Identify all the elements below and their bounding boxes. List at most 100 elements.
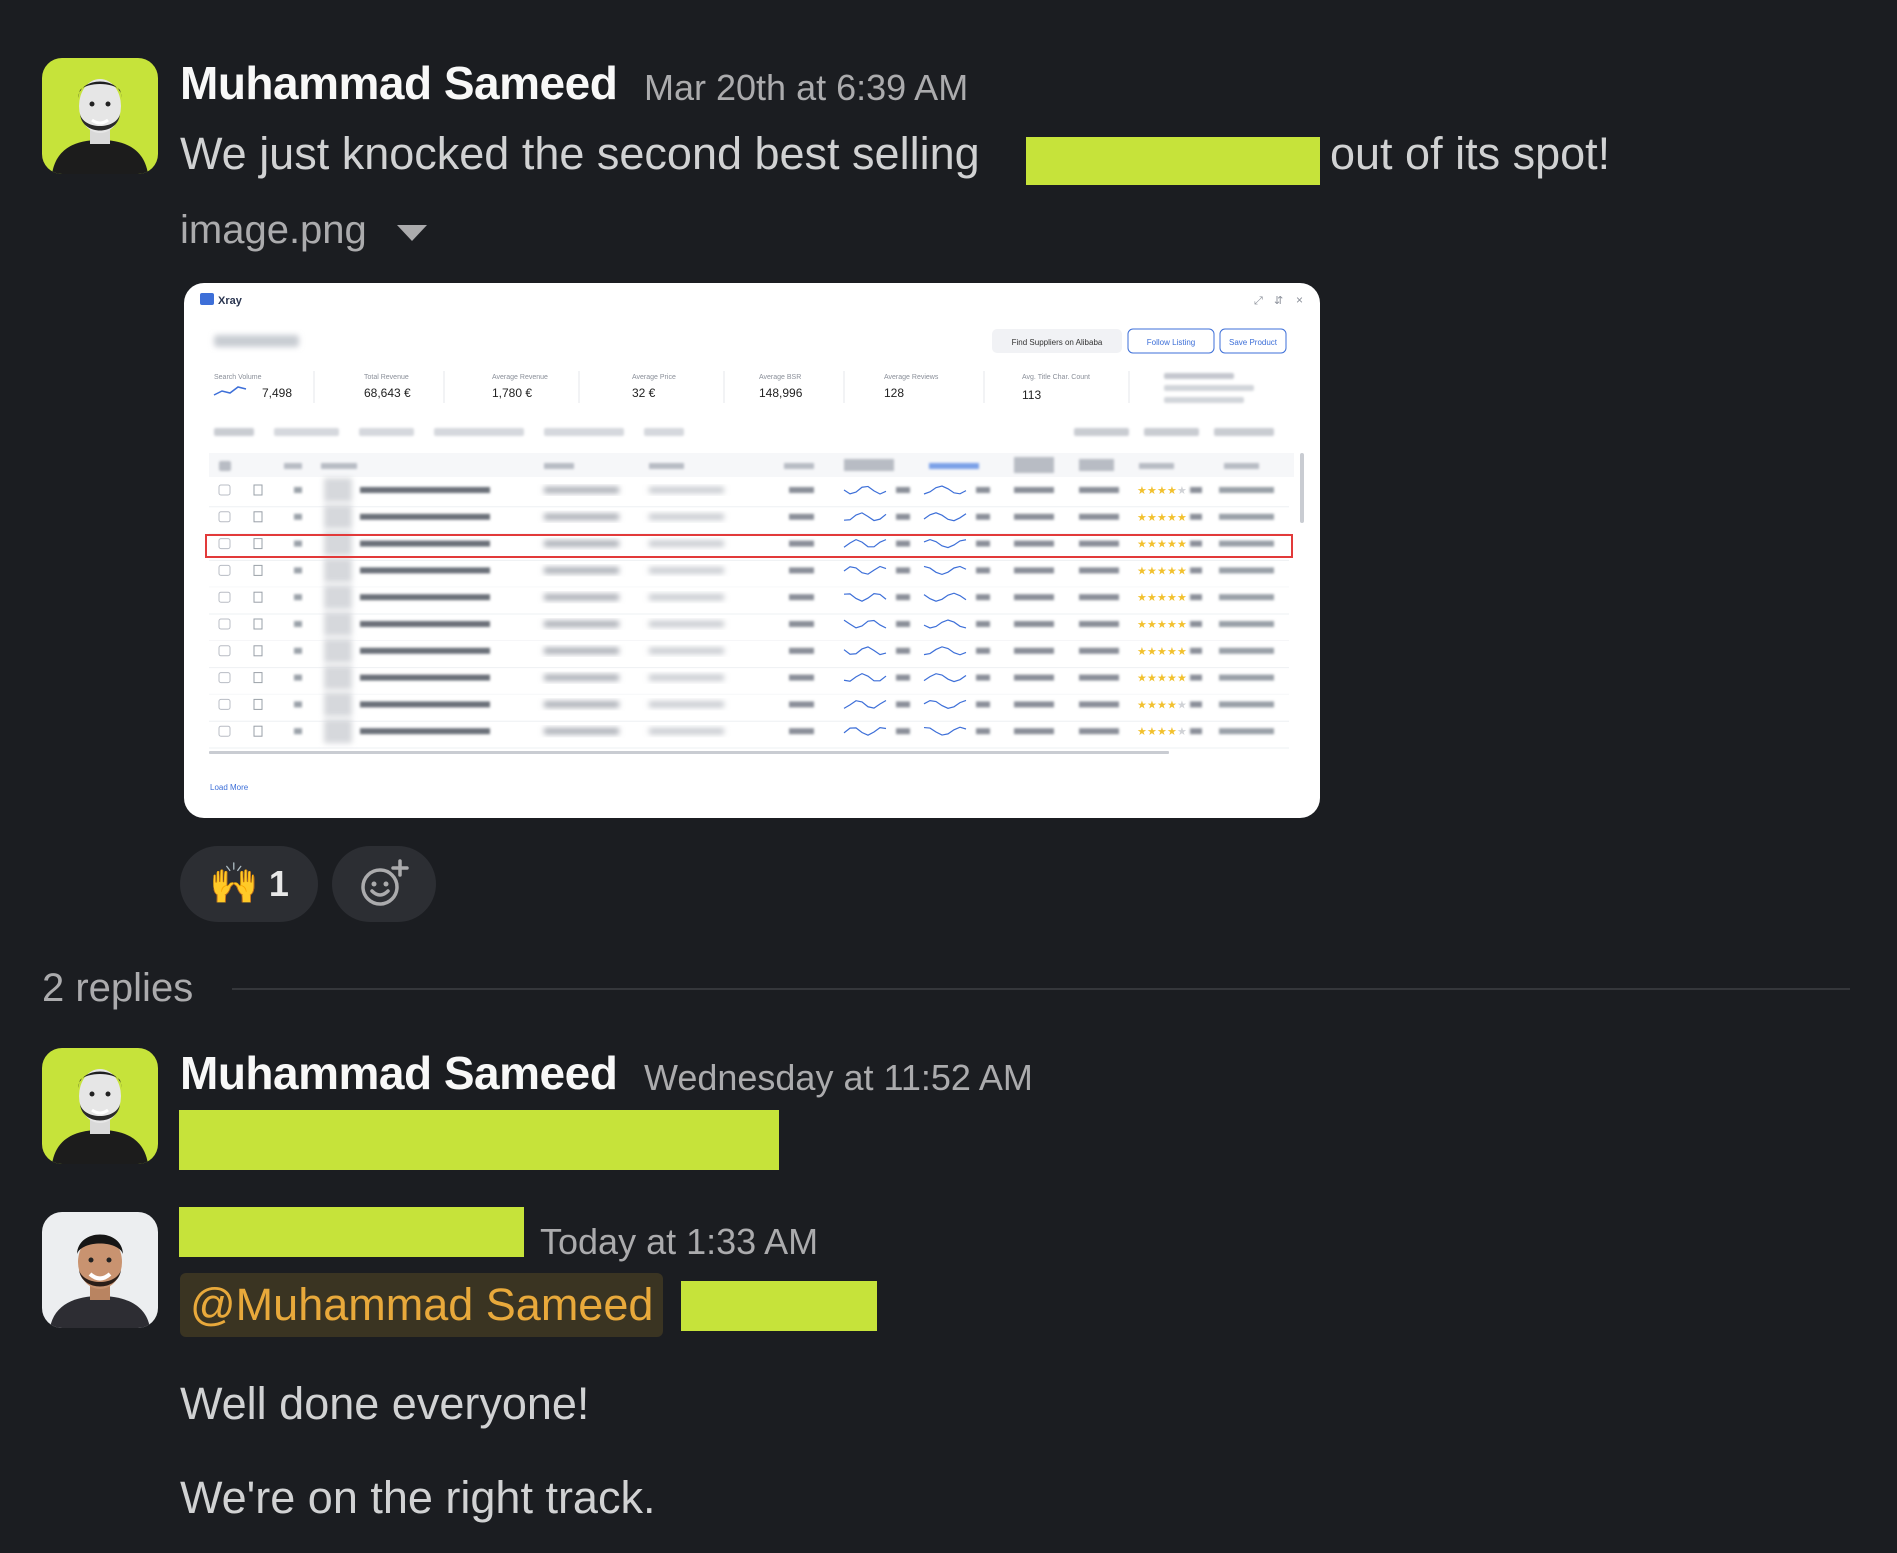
row-sparkline: [843, 727, 887, 736]
rating-star-icon: ★: [1167, 726, 1177, 738]
rating-star-icon: ★: [1177, 512, 1187, 524]
rating-star-icon: ★: [1137, 485, 1147, 497]
rating-star-icon: ★: [1147, 726, 1157, 738]
svg-text:113: 113: [1022, 388, 1041, 402]
rating-star-icon: ★: [1167, 592, 1177, 604]
rating-star-icon: ★: [1177, 539, 1187, 551]
rating-star-icon: ★: [1157, 592, 1167, 604]
redacted-author-name: [179, 1207, 524, 1257]
row-sparkline: [843, 672, 887, 682]
svg-text:Average Price: Average Price: [632, 374, 676, 381]
rating-star-icon: ★: [1167, 485, 1177, 497]
preview-stats-row: Search Volume 7,498 Total Revenue 68,643…: [213, 371, 1254, 403]
svg-text:32 €: 32 €: [632, 386, 656, 400]
rating-star-icon: ★: [1147, 485, 1157, 497]
rating-star-icon: ★: [1157, 646, 1167, 658]
redacted-message: [179, 1110, 779, 1170]
add-reaction-icon: [361, 859, 409, 906]
rating-star-icon: ★: [1167, 673, 1177, 685]
author-name[interactable]: Muhammad Sameed: [180, 56, 618, 110]
rating-star-icon: ★: [1157, 619, 1167, 631]
preview-table-rows: ★ ★ ★ ★ ★★ ★ ★ ★ ★★ ★ ★ ★ ★★ ★ ★ ★ ★★ ★ ★ ★ ★★ ★ ★ ★ ★★ ★ ★ ★ ★★ ★ ★ ★ ★…: [209, 478, 1294, 749]
rating-star-icon: ★: [1157, 512, 1167, 524]
preview-app-header: Xray ⤢ ⇵ ×: [200, 293, 1303, 307]
row-sparkline: [923, 619, 967, 629]
avatar-illustration: [42, 1212, 158, 1328]
avatar-illustration: [42, 1048, 158, 1164]
rating-star-icon: ★: [1177, 485, 1187, 497]
svg-text:Search Volume: Search Volume: [214, 374, 262, 381]
svg-text:68,643 €: 68,643 €: [364, 386, 411, 400]
row-checkbox: [218, 672, 231, 684]
svg-text:Average BSR: Average BSR: [759, 374, 801, 381]
avatar-reply-author[interactable]: [42, 1212, 158, 1328]
row-sparkline: [843, 619, 887, 629]
row-sparkline: [923, 565, 967, 576]
rating-star-icon: ★: [1167, 619, 1177, 631]
rating-star-icon: ★: [1167, 646, 1177, 658]
rating-star-icon: ★: [1177, 673, 1187, 685]
rating-star-icon: ★: [1157, 565, 1167, 577]
preview-app-name: Xray: [218, 295, 243, 307]
svg-text:Avg. Title Char. Count: Avg. Title Char. Count: [1022, 374, 1090, 381]
rating-star-icon: ★: [1177, 726, 1187, 738]
rating-star-icon: ★: [1177, 699, 1187, 711]
row-sparkline: [923, 726, 967, 736]
message-line: Well done everyone!: [180, 1378, 590, 1429]
rating-star-icon: ★: [1157, 726, 1167, 738]
rating-star-icon: ★: [1137, 673, 1147, 685]
raised-hands-emoji-icon: 🙌: [209, 862, 259, 906]
rating-star-icon: ★: [1137, 539, 1147, 551]
add-reaction-button[interactable]: [332, 846, 436, 922]
rating-star-icon: ★: [1147, 646, 1157, 658]
svg-text:1,780 €: 1,780 €: [492, 386, 532, 400]
replies-count[interactable]: 2 replies: [42, 966, 193, 1011]
row-sparkline: [843, 512, 887, 522]
svg-text:⤢: ⤢: [1254, 295, 1263, 307]
message-timestamp[interactable]: Today at 1:33 AM: [540, 1221, 818, 1263]
rating-star-icon: ★: [1137, 565, 1147, 577]
rating-star-icon: ★: [1137, 619, 1147, 631]
svg-text:Total Revenue: Total Revenue: [364, 374, 409, 381]
svg-text:Average Revenue: Average Revenue: [492, 374, 548, 381]
rating-star-icon: ★: [1177, 646, 1187, 658]
reaction-raised-hands[interactable]: 🙌 1: [180, 846, 318, 922]
rating-star-icon: ★: [1137, 592, 1147, 604]
rating-star-icon: ★: [1167, 565, 1177, 577]
rating-star-icon: ★: [1167, 699, 1177, 711]
attachment-filename-toggle[interactable]: image.png: [180, 208, 427, 253]
author-name[interactable]: Muhammad Sameed: [180, 1046, 618, 1100]
svg-text:⇵: ⇵: [1274, 295, 1283, 307]
row-sparkline: [923, 512, 967, 522]
row-sparkline: [843, 565, 887, 575]
message-timestamp[interactable]: Wednesday at 11:52 AM: [644, 1057, 1033, 1099]
replies-divider: [232, 988, 1850, 990]
svg-text:Average Reviews: Average Reviews: [884, 374, 939, 381]
rating-star-icon: ★: [1147, 699, 1157, 711]
avatar-muhammad-sameed[interactable]: [42, 58, 158, 174]
svg-text:148,996: 148,996: [759, 386, 803, 400]
svg-text:7,498: 7,498: [262, 386, 292, 400]
rating-star-icon: ★: [1137, 646, 1147, 658]
reaction-count: 1: [268, 863, 289, 904]
preview-button-save: Save Product: [1229, 338, 1278, 347]
attachment-filename: image.png: [180, 208, 367, 252]
rating-star-icon: ★: [1157, 539, 1167, 551]
redacted-text: [1026, 137, 1320, 185]
message-line: We're on the right track.: [180, 1472, 656, 1523]
rating-star-icon: ★: [1147, 565, 1157, 577]
message-timestamp[interactable]: Mar 20th at 6:39 AM: [644, 67, 968, 109]
avatar-muhammad-sameed[interactable]: [42, 1048, 158, 1164]
rating-star-icon: ★: [1167, 539, 1177, 551]
row-checkbox: [218, 511, 231, 523]
user-mention[interactable]: @Muhammad Sameed: [180, 1273, 664, 1337]
row-checkbox: [218, 618, 231, 630]
rating-star-icon: ★: [1177, 619, 1187, 631]
attachment-image-preview[interactable]: Xray ⤢ ⇵ × Find Suppliers on Alibaba Fol…: [184, 283, 1320, 818]
preview-load-more: Load More: [210, 783, 249, 792]
row-checkbox: [218, 564, 231, 576]
chevron-down-icon[interactable]: [396, 224, 427, 241]
rating-star-icon: ★: [1157, 699, 1167, 711]
redacted-text: [681, 1281, 877, 1331]
svg-text:128: 128: [884, 386, 904, 400]
